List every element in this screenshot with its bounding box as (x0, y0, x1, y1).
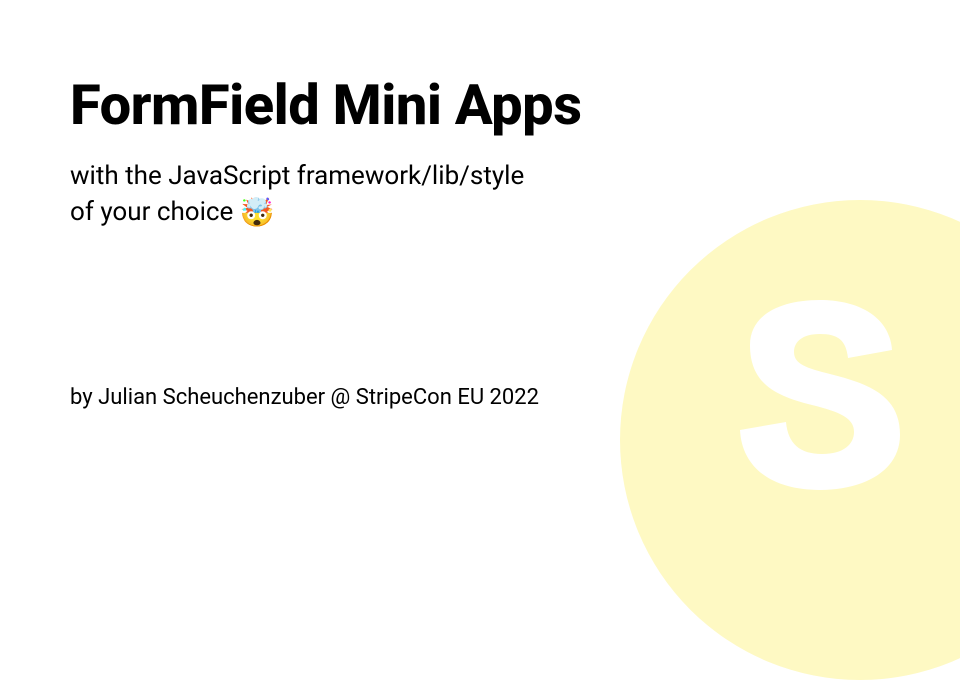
exploding-head-icon: 🤯 (240, 196, 275, 229)
slide-subtitle: with the JavaScript framework/lib/style … (70, 159, 670, 232)
subtitle-line1: with the JavaScript framework/lib/style (70, 161, 524, 191)
subtitle-line2: of your choice (70, 196, 233, 226)
slide-title: FormField Mini Apps (70, 75, 890, 137)
slide-byline: by Julian Scheuchenzuber @ StripeCon EU … (70, 385, 539, 410)
slide-container: FormField Mini Apps with the JavaScript … (0, 0, 960, 540)
logo-icon (700, 290, 940, 530)
logo-background-circle (620, 200, 960, 680)
